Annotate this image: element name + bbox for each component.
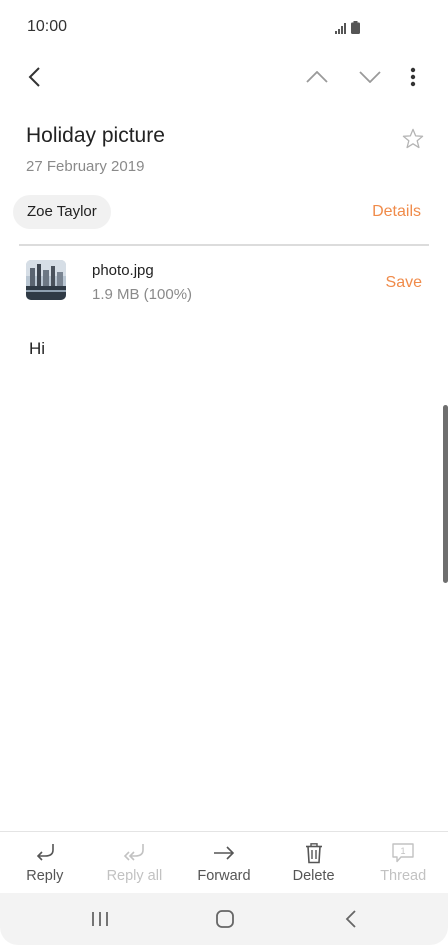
nav-back-icon bbox=[345, 910, 356, 928]
email-date: 27 February 2019 bbox=[26, 158, 145, 175]
header-divider bbox=[19, 244, 429, 246]
attachment-thumbnail[interactable] bbox=[26, 260, 66, 300]
reply-button[interactable]: Reply bbox=[0, 832, 90, 894]
bottom-toolbar: Reply Reply all Forward Delete 1 Thread bbox=[0, 831, 448, 894]
email-subject: Holiday picture bbox=[26, 124, 165, 147]
delete-label: Delete bbox=[292, 868, 335, 884]
back-icon bbox=[28, 67, 40, 87]
reply-label: Reply bbox=[26, 868, 64, 884]
delete-icon bbox=[305, 843, 322, 864]
star-icon bbox=[402, 128, 424, 148]
attachment-size: 1.9 MB (100%) bbox=[92, 286, 193, 303]
home-icon bbox=[216, 910, 234, 928]
reply-all-label: Reply all bbox=[106, 868, 163, 884]
chevron-down-icon bbox=[359, 71, 381, 83]
delete-button[interactable]: Delete bbox=[269, 832, 359, 894]
status-time: 10:00 bbox=[27, 18, 68, 35]
signal-icon bbox=[335, 23, 346, 34]
forward-label: Forward bbox=[197, 868, 251, 884]
system-navigation-bar bbox=[0, 893, 448, 945]
email-body: Hi bbox=[29, 339, 46, 358]
forward-icon bbox=[213, 846, 235, 860]
details-link[interactable]: Details bbox=[372, 203, 421, 221]
reply-all-icon bbox=[124, 844, 145, 861]
home-button[interactable] bbox=[205, 893, 245, 945]
battery-icon bbox=[351, 21, 360, 34]
recent-apps-button[interactable] bbox=[80, 893, 120, 945]
more-options-icon bbox=[410, 67, 416, 87]
thread-icon: 1 bbox=[392, 843, 414, 863]
previous-email-button[interactable] bbox=[300, 60, 334, 94]
more-options-button[interactable] bbox=[396, 60, 430, 94]
recent-apps-icon bbox=[92, 912, 108, 926]
reply-all-button[interactable]: Reply all bbox=[90, 832, 180, 894]
reply-icon bbox=[36, 844, 54, 861]
thread-label: Thread bbox=[380, 868, 427, 884]
thread-button[interactable]: 1 Thread bbox=[358, 832, 448, 894]
next-email-button[interactable] bbox=[353, 60, 387, 94]
attachment-name[interactable]: photo.jpg bbox=[92, 262, 154, 279]
nav-back-button[interactable] bbox=[331, 893, 371, 945]
forward-button[interactable]: Forward bbox=[179, 832, 269, 894]
save-attachment-button[interactable]: Save bbox=[386, 274, 422, 292]
thread-count: 1 bbox=[401, 846, 406, 856]
back-button[interactable] bbox=[18, 60, 52, 94]
star-button[interactable] bbox=[398, 123, 428, 153]
scrollbar[interactable] bbox=[443, 405, 448, 583]
chevron-up-icon bbox=[306, 71, 328, 83]
sender-chip[interactable]: Zoe Taylor bbox=[13, 195, 111, 229]
status-icons bbox=[335, 21, 360, 34]
